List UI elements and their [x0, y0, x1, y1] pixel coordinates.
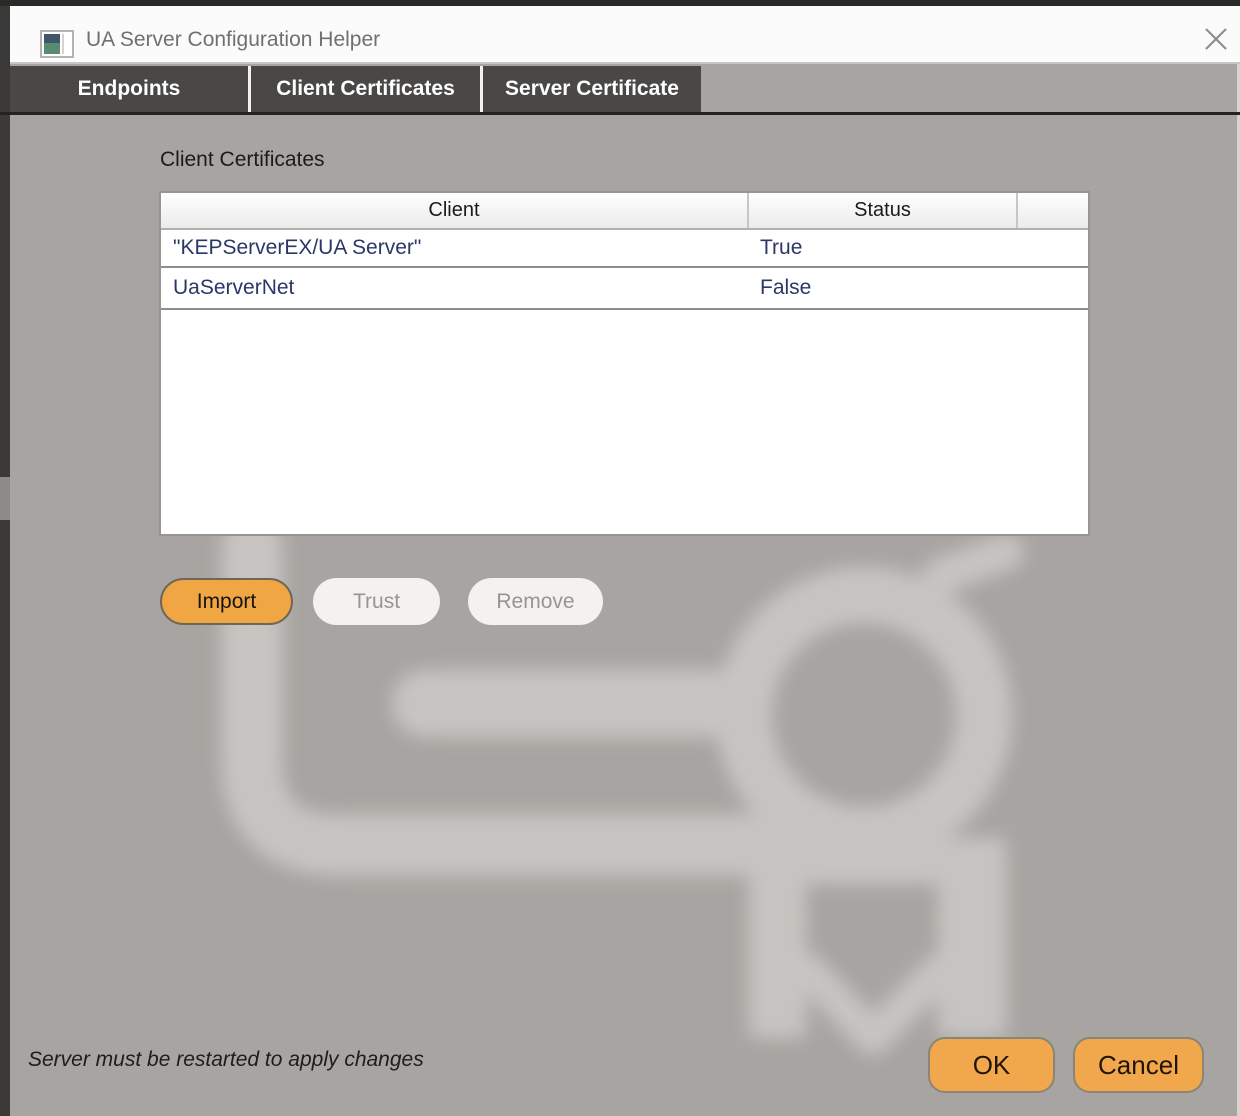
import-button[interactable]: Import [160, 578, 293, 625]
cell-client-name: UaServerNet [161, 268, 749, 308]
tab-server-certificate[interactable]: Server Certificate [483, 66, 701, 112]
app-icon-green-pane [44, 43, 60, 54]
table-row[interactable]: UaServerNet False [161, 268, 1088, 310]
cell-status-value: True [749, 230, 1088, 266]
column-header-status[interactable]: Status [749, 193, 1018, 228]
table-header-row: Client Status [161, 193, 1088, 230]
tab-strip-underline [0, 112, 1240, 115]
app-icon-blue-pane [44, 34, 60, 43]
client-certificates-table: Client Status "KEPServerEX/UA Server" Tr… [159, 191, 1090, 536]
cell-status-value: False [749, 268, 1088, 308]
close-icon[interactable] [1202, 25, 1230, 53]
remove-button[interactable]: Remove [468, 578, 603, 625]
ok-button[interactable]: OK [928, 1037, 1055, 1093]
tab-client-certificates[interactable]: Client Certificates [251, 66, 480, 112]
cancel-button[interactable]: Cancel [1073, 1037, 1204, 1093]
column-header-spacer [1018, 193, 1088, 228]
column-header-client[interactable]: Client [161, 193, 749, 228]
table-row[interactable]: "KEPServerEX/UA Server" True [161, 230, 1088, 268]
tab-endpoints[interactable]: Endpoints [10, 66, 248, 112]
trust-button[interactable]: Trust [313, 578, 440, 625]
app-window-icon [40, 30, 74, 58]
cell-client-name: "KEPServerEX/UA Server" [161, 230, 749, 266]
window-title: UA Server Configuration Helper [86, 12, 380, 68]
app-icon-divider [62, 34, 64, 54]
title-bar: UA Server Configuration Helper [10, 6, 1240, 64]
section-title: Client Certificates [160, 148, 325, 172]
restart-note: Server must be restarted to apply change… [28, 1048, 424, 1072]
